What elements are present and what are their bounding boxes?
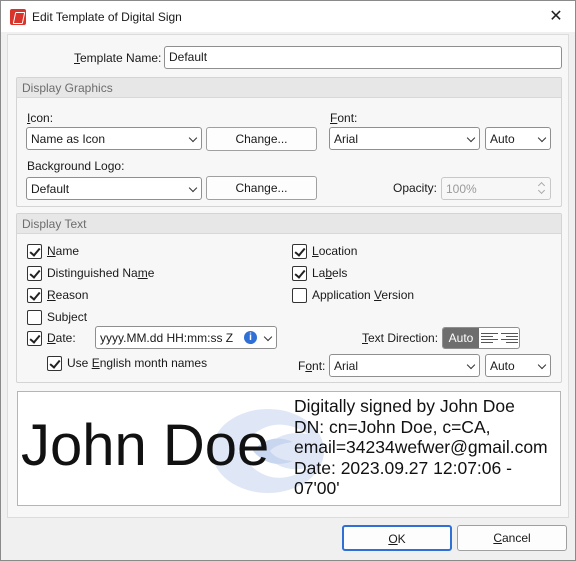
window-title: Edit Template of Digital Sign [32,10,182,24]
close-icon[interactable]: ✕ [543,4,569,29]
text-direction-toggle: Auto [442,327,520,349]
text-direction-auto-button[interactable]: Auto [443,328,479,348]
chevron-down-icon [537,360,547,370]
icon-label: Icon: [27,111,54,125]
text-font-value: Arial [334,359,359,373]
chevron-down-icon [466,360,476,370]
opacity-spinner[interactable]: 100% [441,177,551,200]
name-checkbox-label: Name [47,244,80,258]
opacity-label: Opacity: [393,181,438,195]
location-label: Location [312,244,358,258]
distinguished-name-checkbox[interactable] [27,266,42,281]
background-logo-label: Background Logo: [27,159,125,173]
english-month-names-label: Use English month names [67,356,208,370]
text-font-size-select[interactable]: Auto [485,354,551,377]
text-direction-label: Text Direction: [362,331,439,345]
background-logo-change-button[interactable]: Change... [206,176,317,200]
preview-details: Digitally signed by John Doe DN: cn=John… [294,396,560,499]
template-name-input[interactable]: Default [164,46,562,69]
preview-line: email=34234wefwer@gmail.com [294,437,548,457]
align-right-icon[interactable] [501,331,518,345]
app-logo-icon [10,9,26,25]
name-checkbox[interactable] [27,244,42,259]
icon-change-button[interactable]: Change... [206,127,317,151]
chevron-down-icon [466,133,476,143]
graphics-font-value: Arial [334,132,359,146]
chevron-down-icon [188,133,198,143]
preview-signer-name: John Doe [21,413,270,478]
graphics-font-size-value: Auto [490,132,515,146]
preview-line: 07'00' [294,478,340,498]
cancel-button[interactable]: Cancel [457,525,567,551]
preview-line: Digitally signed by John Doe [294,396,515,416]
text-font-size-value: Auto [490,359,515,373]
english-month-names-checkbox[interactable] [47,356,62,371]
reason-label: Reason [47,288,89,302]
date-checkbox[interactable] [27,331,42,346]
dialog-window: Edit Template of Digital Sign ✕ Template… [0,0,576,561]
icon-select-value: Name as Icon [31,132,106,146]
template-name-label: Template Name: [74,51,162,65]
location-checkbox[interactable] [292,244,307,259]
info-icon[interactable]: i [244,331,257,344]
date-label: Date: [47,331,76,345]
chevron-down-icon [263,332,273,342]
date-format-select[interactable]: yyyy.MM.dd HH:mm:ss Z i [95,326,277,349]
labels-checkbox[interactable] [292,266,307,281]
signature-preview: John Doe Digitally signed by John Doe DN… [17,391,561,506]
distinguished-name-label: Distinguished Name [47,266,155,280]
text-font-select[interactable]: Arial [329,354,480,377]
date-format-value: yyyy.MM.dd HH:mm:ss Z [100,331,234,345]
spin-down-icon [537,186,546,195]
preview-line: DN: cn=John Doe, c=CA, [294,416,491,437]
icon-select[interactable]: Name as Icon [26,127,202,150]
text-font-label: Font: [298,359,326,373]
labels-label: Labels [312,266,348,280]
background-logo-select[interactable]: Default [26,177,202,200]
preview-line: Date: 2023.09.27 12:07:06 - [294,457,512,478]
align-left-icon[interactable] [481,331,498,345]
background-logo-value: Default [31,182,70,196]
ok-button[interactable]: OK [342,525,452,551]
application-version-label: Application Version [312,288,415,302]
title-bar: Edit Template of Digital Sign ✕ [1,1,575,32]
graphics-font-size-select[interactable]: Auto [485,127,551,150]
display-text-header: Display Text [17,214,561,234]
subject-label: Subject [47,310,88,324]
chevron-down-icon [188,183,198,193]
chevron-down-icon [537,133,547,143]
reason-checkbox[interactable] [27,288,42,303]
display-graphics-header: Display Graphics [17,78,561,98]
opacity-value: 100% [446,182,477,196]
graphics-font-select[interactable]: Arial [329,127,480,150]
application-version-checkbox[interactable] [292,288,307,303]
subject-checkbox[interactable] [27,310,42,325]
font-label: Font: [330,111,358,125]
